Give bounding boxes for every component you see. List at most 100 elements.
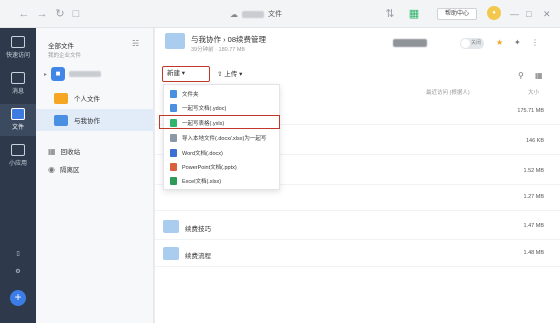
sidebar-item-personal-files[interactable]: 个人文件 [36,87,154,109]
shared-folder-icon [54,114,68,126]
top-bar: ← → ↻ □ ☁ 文件 ⇅ ▦ 帮助中心 ● — □ ✕ [0,0,560,28]
phone-icon[interactable]: ▯ [0,250,36,264]
message-icon [11,72,25,84]
sidebar-item-files[interactable]: 文件 [0,104,36,136]
menu-item-label: 一起写文档(.ydoc) [182,106,227,112]
sidebar-item-messages[interactable]: 消息 [0,68,36,100]
upload-button[interactable]: ⇧ 上传 ▾ [217,68,242,78]
search-icon[interactable]: ⚲ [518,71,524,80]
sidebar-item-quick-access[interactable]: 快速访问 [0,32,36,64]
menu-item-label: 文件夹 [182,92,199,98]
powerpoint-icon [170,163,177,171]
file-sidebar: 全部文件 我的企业文件 ☵ ▸ ■ 个人文件 与我协作 ▦ 回收站 ◉ 隔离区 [36,28,154,323]
sidebar-item-collaborate[interactable]: 与我协作 [36,109,154,131]
file-name: 续费技巧 [185,226,211,233]
forward-arrow-icon[interactable]: → [34,6,50,22]
folder-nav-icon[interactable]: □ [68,6,84,22]
recycle-bin-label: 回收站 [60,149,81,156]
menu-item-label: Word文档(.docx) [182,151,223,157]
avatar[interactable]: ● [487,6,501,20]
quarantine-link[interactable]: ◉ 隔离区 [48,164,80,175]
upload-icon: ⇧ [217,71,223,78]
close-icon[interactable]: ✕ [543,9,551,19]
sync-icon[interactable]: ▦ [406,6,422,22]
settings-icon[interactable]: ⚙ [0,268,36,282]
file-name: 续费流程 [185,253,211,260]
sidebar-item-label: 与我协作 [74,118,100,125]
refresh-icon[interactable]: ↻ [52,6,68,22]
menu-item-label: PowerPoint文档(.pptx) [182,165,237,171]
folder-icon [165,33,185,49]
new-button[interactable]: 新建 ▾ [162,66,210,82]
table-row[interactable]: 续费流程 1.48 MB [155,241,560,267]
view-grid-icon[interactable]: ▦ [535,71,543,80]
new-dropdown-menu: 文件夹 一起写文档(.ydoc) 一起写表格(.yxls) 导入本地文件(.do… [163,84,280,190]
enterprise-files-subtitle: 我的企业文件 [48,53,82,59]
column-header-modified[interactable]: 最近访问 (根据人) [426,88,470,96]
quarantine-label: 隔离区 [59,167,80,174]
sort-icon[interactable]: ⇅ [382,6,398,22]
window-title: ☁ 文件 [230,7,282,21]
sidebar-item-label: 消息 [11,89,24,95]
chevron-right-icon: ▸ [44,71,48,78]
column-header-size[interactable]: 大小 [528,88,539,96]
file-size: 1.48 MB [523,250,544,256]
file-size: 146 KB [525,138,544,144]
minimize-icon[interactable]: — [510,9,519,19]
maximize-icon[interactable]: □ [526,9,531,19]
sync-toggle[interactable]: 关闭 [460,38,484,49]
breadcrumb[interactable]: 与我协作 › 08续费管理 [191,34,266,45]
dark-sidebar: 快速访问 消息 文件 小应用 ▯ ⚙ + [0,28,36,323]
folder-icon [54,92,68,104]
trash-icon: ▦ [48,146,56,156]
menu-item-folder[interactable]: 文件夹 [164,88,281,100]
quarantine-icon: ◉ [48,164,55,174]
cloud-icon: ☁ [230,9,238,19]
folder-icon [170,90,177,98]
help-center-button[interactable]: 帮助中心 [437,8,477,20]
org-icon: ■ [51,67,66,81]
file-icon [11,108,25,120]
org-item[interactable]: ▸ ■ [44,67,102,81]
redacted-name [242,10,264,18]
upload-label: 上传 ▾ [224,71,243,78]
new-button-label: 新建 ▾ [167,70,186,77]
menu-item-word[interactable]: Word文档(.docx) [164,147,281,159]
excel-icon [170,177,177,185]
file-size: 1.27 MB [523,194,544,200]
share-icon[interactable]: ✦ [514,38,521,47]
quick-access-icon [11,36,25,48]
sidebar-item-label: 快速访问 [5,53,30,59]
menu-item-ydoc[interactable]: 一起写文档(.ydoc) [164,102,281,114]
redacted-org-name [69,71,102,77]
menu-item-powerpoint[interactable]: PowerPoint文档(.pptx) [164,161,281,173]
file-size: 175.71 MB [517,108,544,114]
more-icon[interactable]: ⋮ [531,38,539,47]
folder-icon [163,247,179,260]
sidebar-item-apps[interactable]: 小应用 [0,140,36,172]
file-size: 1.47 MB [523,223,544,229]
back-arrow-icon[interactable]: ← [16,6,32,22]
title-suffix: 文件 [268,11,282,18]
sidebar-item-label: 个人文件 [74,96,100,103]
file-size: 1.52 MB [523,168,544,174]
table-row[interactable]: 续费技巧 1.47 MB [155,214,560,240]
menu-item-label: Excel文档(.xlsx) [182,179,222,185]
redacted-avatars [393,39,427,47]
import-icon [170,134,177,142]
word-icon [170,149,177,157]
all-files-title[interactable]: 全部文件 [48,40,74,50]
star-icon[interactable]: ★ [496,38,503,47]
doc-icon [170,104,177,112]
org-chart-icon[interactable]: ☵ [132,39,139,48]
folder-info: 39分钟前 · 180.77 MB [191,47,246,53]
recycle-bin-link[interactable]: ▦ 回收站 [48,146,81,157]
folder-icon [163,220,179,233]
sidebar-item-label: 小应用 [8,161,27,167]
menu-item-import[interactable]: 导入本地文件(.docx/.xlsx)为一起写 [164,132,281,144]
menu-item-excel[interactable]: Excel文档(.xlsx) [164,175,281,187]
menu-item-label: 导入本地文件(.docx/.xlsx)为一起写 [182,136,267,142]
apps-icon [11,144,25,156]
add-button[interactable]: + [10,290,26,306]
sidebar-item-label: 文件 [11,125,24,131]
